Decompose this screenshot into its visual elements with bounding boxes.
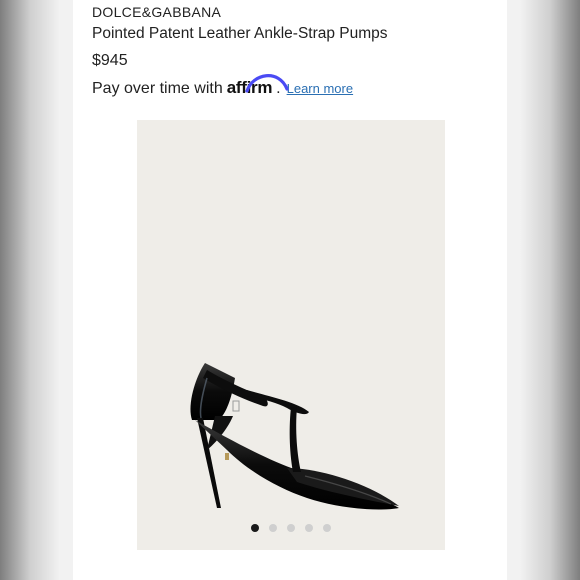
learn-more-link[interactable]: Learn more [287,81,353,96]
carousel-dot[interactable] [287,524,295,532]
affirm-arc-icon [245,74,289,93]
shoe-image-icon [190,363,399,510]
product-image[interactable] [137,120,445,550]
affirm-financing-line: Pay over time with affirm . Learn more [92,74,353,98]
carousel-dot[interactable] [305,524,313,532]
carousel-dot[interactable] [269,524,277,532]
product-title: Pointed Patent Leather Ankle-Strap Pumps [92,25,388,42]
image-carousel-dots [137,524,445,532]
brand-name[interactable]: DOLCE&GABBANA [92,4,221,20]
carousel-dot[interactable] [251,524,259,532]
financing-text: Pay over time with [92,80,223,97]
affirm-logo: affirm [227,74,289,98]
product-page: DOLCE&GABBANA Pointed Patent Leather Ank… [73,0,507,580]
product-price: $945 [92,52,128,69]
carousel-dot[interactable] [323,524,331,532]
